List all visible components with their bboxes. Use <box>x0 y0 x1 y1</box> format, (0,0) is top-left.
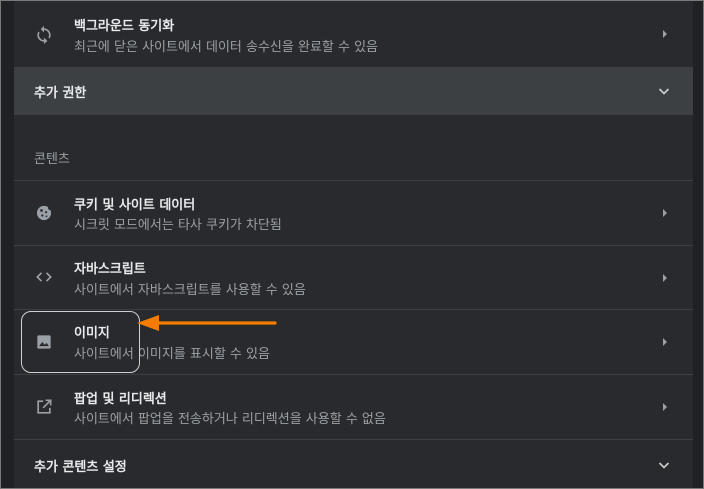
open-in-new-icon <box>34 397 54 417</box>
setting-row-background-sync[interactable]: 백그라운드 동기화 최근에 닫은 사이트에서 데이터 송수신을 완료할 수 있음 <box>14 1 693 67</box>
content-section-heading: 콘텐츠 <box>34 152 70 167</box>
setting-row-cookies[interactable]: 쿠키 및 사이트 데이터 시크릿 모드에서는 타사 쿠키가 차단됨 <box>14 180 693 245</box>
code-icon <box>34 267 54 287</box>
setting-subtitle: 시크릿 모드에서는 타사 쿠키가 차단됨 <box>74 218 282 233</box>
setting-title: 팝업 및 리디렉션 <box>74 392 167 407</box>
chevron-right-icon <box>659 272 671 284</box>
sync-icon <box>34 25 54 45</box>
setting-subtitle: 최근에 닫은 사이트에서 데이터 송수신을 완료할 수 있음 <box>74 40 379 55</box>
highlight-callout-box <box>21 311 140 373</box>
left-gutter <box>1 1 14 488</box>
additional-permissions-label: 추가 권한 <box>34 86 87 101</box>
chevron-right-icon <box>659 401 671 413</box>
right-gutter <box>693 1 703 488</box>
chevron-down-icon <box>657 84 671 98</box>
additional-content-settings-label: 추가 콘텐츠 설정 <box>34 460 127 475</box>
chevron-right-icon <box>659 336 671 348</box>
additional-permissions-toggle[interactable]: 추가 권한 <box>14 67 693 115</box>
annotation-arrow-icon <box>137 315 277 331</box>
setting-row-popups[interactable]: 팝업 및 리디렉션 사이트에서 팝업을 전송하거나 리디렉션을 사용할 수 없음 <box>14 374 693 439</box>
settings-frame: 백그라운드 동기화 최근에 닫은 사이트에서 데이터 송수신을 완료할 수 있음… <box>0 0 704 489</box>
settings-panel: 백그라운드 동기화 최근에 닫은 사이트에서 데이터 송수신을 완료할 수 있음… <box>14 1 693 488</box>
setting-title: 자바스크립트 <box>74 262 146 277</box>
chevron-right-icon <box>659 207 671 219</box>
setting-title: 백그라운드 동기화 <box>74 19 175 34</box>
chevron-down-icon <box>657 458 671 472</box>
setting-row-javascript[interactable]: 자바스크립트 사이트에서 자바스크립트를 사용할 수 있음 <box>14 245 693 309</box>
chevron-right-icon <box>659 28 671 40</box>
setting-title: 쿠키 및 사이트 데이터 <box>74 198 196 213</box>
cookie-icon <box>34 203 54 223</box>
setting-subtitle: 사이트에서 팝업을 전송하거나 리디렉션을 사용할 수 없음 <box>74 412 386 427</box>
additional-content-settings-toggle[interactable]: 추가 콘텐츠 설정 <box>14 439 693 488</box>
setting-subtitle: 사이트에서 자바스크립트를 사용할 수 있음 <box>74 283 306 298</box>
